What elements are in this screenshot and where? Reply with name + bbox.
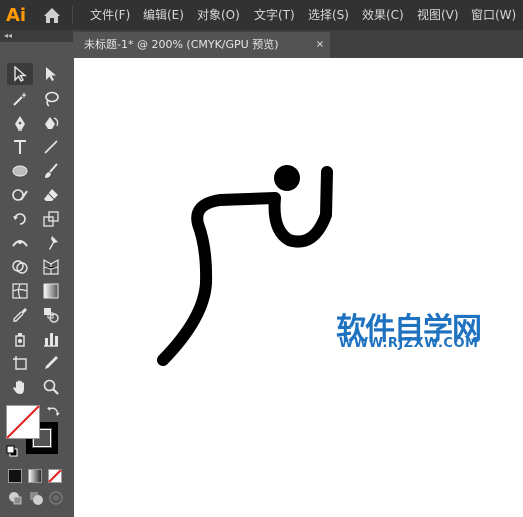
lasso-tool-icon[interactable] <box>38 88 64 110</box>
home-icon[interactable] <box>40 4 64 26</box>
close-icon[interactable]: × <box>313 32 327 58</box>
none-mode-button[interactable] <box>48 468 62 483</box>
direct-selection-tool-icon[interactable] <box>38 63 64 85</box>
shaper-tool-icon[interactable] <box>7 184 33 206</box>
mesh-tool-icon[interactable] <box>7 280 33 302</box>
document-tab[interactable]: 未标题-1* @ 200% (CMYK/GPU 预览) × <box>74 32 330 58</box>
tools-panel: ◂◂ <box>0 30 73 517</box>
fill-swatch-none[interactable] <box>6 405 40 439</box>
eraser-tool-icon[interactable] <box>38 184 64 206</box>
collapse-icon[interactable]: ◂◂ <box>4 30 12 42</box>
menu-view[interactable]: 视图(V) <box>417 0 459 30</box>
perspective-grid-tool-icon[interactable] <box>38 256 64 278</box>
document-tab-bar: 未标题-1* @ 200% (CMYK/GPU 预览) × <box>74 30 523 58</box>
draw-behind-icon[interactable] <box>28 490 44 506</box>
column-graph-tool-icon[interactable] <box>38 328 64 350</box>
menu-window[interactable]: 窗口(W) <box>471 0 516 30</box>
menu-separator <box>72 6 73 24</box>
gradient-tool-icon[interactable] <box>38 280 64 302</box>
hand-tool-icon[interactable] <box>7 376 33 398</box>
paintbrush-tool-icon[interactable] <box>38 160 64 182</box>
selection-tool-icon[interactable] <box>7 63 33 85</box>
menu-bar: Ai 文件(F) 编辑(E) 对象(O) 文字(T) 选择(S) 效果(C) 视… <box>0 0 523 30</box>
menu-file[interactable]: 文件(F) <box>90 0 130 30</box>
blend-tool-icon[interactable] <box>38 304 64 326</box>
default-colors-icon[interactable] <box>6 442 18 457</box>
menu-type[interactable]: 文字(T) <box>254 0 295 30</box>
stroke-path <box>157 166 333 366</box>
eyedropper-tool-icon[interactable] <box>7 304 33 326</box>
ellipse-tool-icon[interactable] <box>7 160 33 182</box>
puppet-warp-tool-icon[interactable] <box>38 232 64 254</box>
stroke-dot <box>274 165 300 191</box>
menu-select[interactable]: 选择(S) <box>308 0 349 30</box>
type-tool-icon[interactable] <box>7 136 33 158</box>
document-tab-title: 未标题-1* @ 200% (CMYK/GPU 预览) <box>84 38 279 51</box>
menu-edit[interactable]: 编辑(E) <box>143 0 184 30</box>
swap-fill-stroke-icon[interactable] <box>46 404 62 420</box>
draw-inside-icon[interactable] <box>48 490 64 506</box>
draw-normal-icon[interactable] <box>7 490 23 506</box>
panel-header[interactable]: ◂◂ <box>0 30 73 42</box>
gradient-mode-button[interactable] <box>28 468 42 483</box>
scale-tool-icon[interactable] <box>38 208 64 230</box>
curvature-tool-icon[interactable] <box>38 112 64 134</box>
shape-builder-tool-icon[interactable] <box>7 256 33 278</box>
rotate-tool-icon[interactable] <box>7 208 33 230</box>
drawing-area <box>157 165 333 366</box>
artboard-tool-icon[interactable] <box>7 352 33 374</box>
width-tool-icon[interactable] <box>7 232 33 254</box>
slice-tool-icon[interactable] <box>38 352 64 374</box>
menu-object[interactable]: 对象(O) <box>197 0 240 30</box>
zoom-tool-icon[interactable] <box>38 376 64 398</box>
watermark-url: WWW.RJZXW.COM <box>339 336 479 351</box>
canvas-artboard[interactable]: 软件自学网 WWW.RJZXW.COM <box>74 58 523 517</box>
magic-wand-tool-icon[interactable] <box>7 88 33 110</box>
app-logo: Ai <box>5 4 27 26</box>
color-mode-button[interactable] <box>8 468 22 483</box>
symbol-sprayer-tool-icon[interactable] <box>7 328 33 350</box>
line-segment-tool-icon[interactable] <box>38 136 64 158</box>
menu-effect[interactable]: 效果(C) <box>362 0 404 30</box>
pen-tool-icon[interactable] <box>7 112 33 134</box>
